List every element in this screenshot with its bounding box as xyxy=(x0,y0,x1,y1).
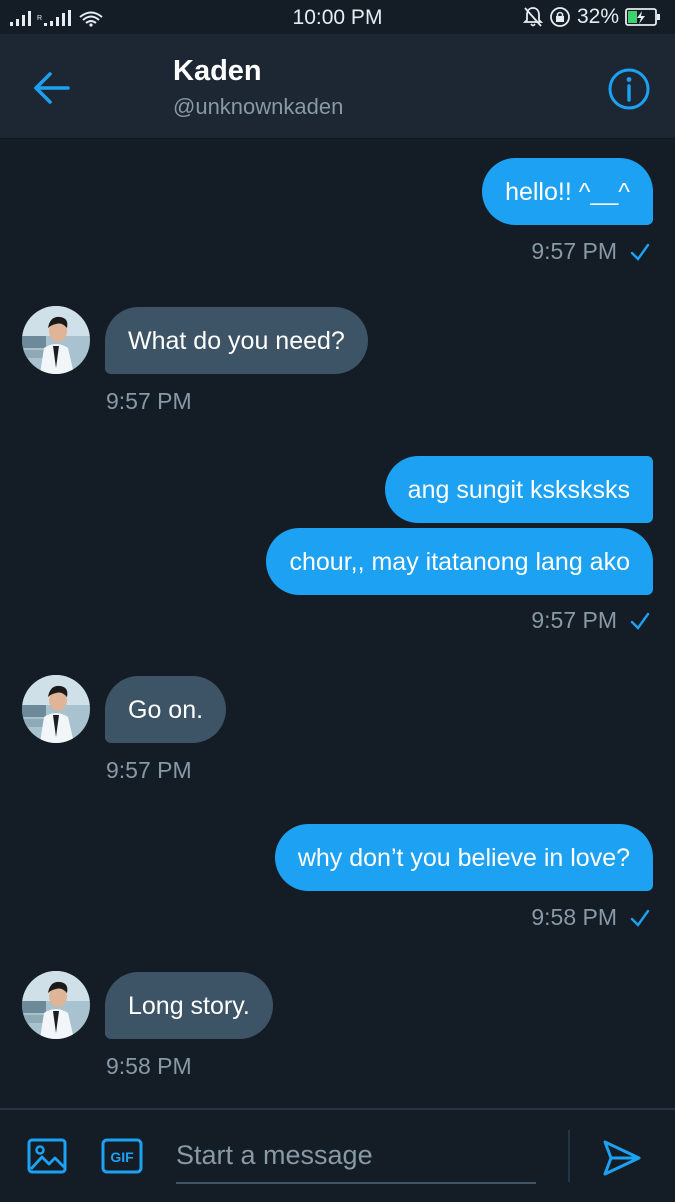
avatar[interactable] xyxy=(22,306,90,374)
message-bubble-sent[interactable]: why don’t you believe in love? xyxy=(274,824,653,891)
message-timestamp: 9:57 PM xyxy=(531,607,651,634)
composer-divider xyxy=(568,1130,570,1182)
message-bubble-received[interactable]: Long story. xyxy=(105,972,273,1039)
read-check-icon xyxy=(630,909,650,927)
read-check-icon xyxy=(630,243,650,261)
gif-label: GIF xyxy=(110,1149,134,1165)
send-icon[interactable] xyxy=(602,1138,642,1178)
contact-handle[interactable]: @unknownkaden xyxy=(173,94,343,120)
timestamp-text: 9:57 PM xyxy=(106,757,192,783)
message-bubble-received[interactable]: What do you need? xyxy=(105,307,368,374)
timestamp-text: 9:58 PM xyxy=(106,1053,192,1079)
status-bar: R 10:00 PM 32% xyxy=(0,0,675,34)
timestamp-text: 9:57 PM xyxy=(106,388,192,414)
read-check-icon xyxy=(630,612,650,630)
image-icon[interactable] xyxy=(27,1136,67,1176)
rotation-lock-icon xyxy=(550,7,570,27)
avatar[interactable] xyxy=(22,971,90,1039)
message-bubble-received[interactable]: Go on. xyxy=(105,676,227,743)
contact-name[interactable]: Kaden xyxy=(173,55,262,88)
timestamp-text: 9:58 PM xyxy=(531,904,617,930)
avatar[interactable] xyxy=(22,675,90,743)
timestamp-text: 9:57 PM xyxy=(531,238,617,264)
message-bubble-sent[interactable]: chour,, may itatanong lang ako xyxy=(266,528,653,595)
message-composer: GIF xyxy=(0,1108,675,1202)
conversation-header: Kaden @unknownkaden xyxy=(0,34,675,139)
gif-icon[interactable]: GIF xyxy=(101,1138,143,1174)
mute-bell-icon xyxy=(522,7,543,27)
battery-charging-icon xyxy=(625,8,660,26)
timestamp-text: 9:57 PM xyxy=(531,607,617,633)
info-icon[interactable] xyxy=(607,67,651,111)
message-timestamp: 9:58 PM xyxy=(531,904,651,931)
message-input[interactable] xyxy=(176,1128,536,1184)
battery-percent: 32% xyxy=(576,5,619,28)
message-timestamp: 9:57 PM xyxy=(531,238,651,265)
message-bubble-sent[interactable]: ang sungit ksksksks xyxy=(384,456,653,523)
message-bubble-sent[interactable]: hello!! ^__^ xyxy=(482,158,653,225)
back-arrow-icon[interactable] xyxy=(30,68,74,108)
